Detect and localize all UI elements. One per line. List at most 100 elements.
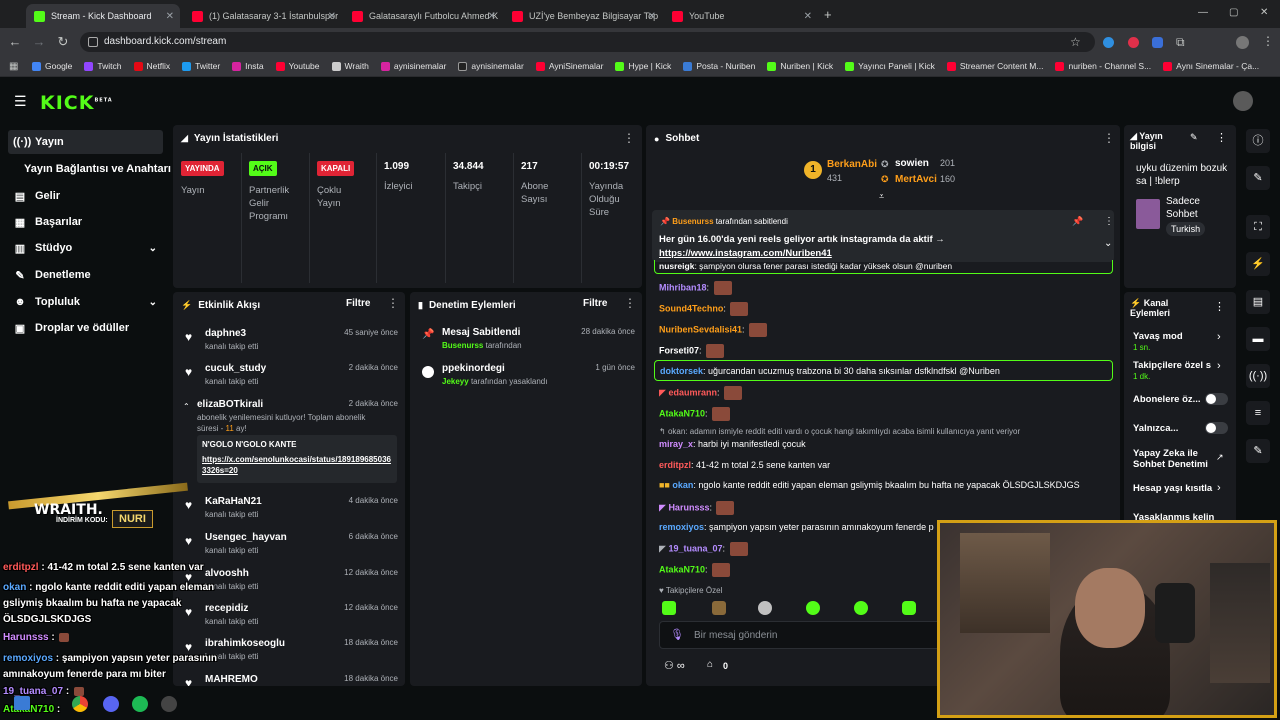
chat-username[interactable]: AtakaN710 — [659, 408, 705, 418]
panel-menu-icon[interactable]: ⋮ — [623, 131, 635, 145]
store-icon[interactable]: ⌂ — [707, 659, 713, 670]
chat-username[interactable]: Forseti07 — [659, 345, 699, 355]
apps-grid-icon[interactable]: ▦ — [9, 61, 18, 72]
minimize-icon[interactable]: — — [1198, 7, 1208, 18]
info-icon[interactable]: ⓘ — [1246, 129, 1270, 153]
filter-button[interactable]: Filtre — [346, 298, 370, 309]
spotify-icon[interactable] — [132, 696, 148, 712]
extension-icon[interactable] — [1103, 37, 1114, 48]
bookmark[interactable]: Nuriben | Kick — [767, 61, 833, 71]
chevron-right-icon[interactable]: › — [1217, 482, 1221, 494]
username[interactable]: daphne3 — [205, 328, 246, 339]
bookmark[interactable]: Netflix — [133, 61, 170, 71]
sub-message-link[interactable]: https://x.com/senolunkocasi/status/18918… — [202, 454, 392, 476]
chrome-icon[interactable] — [72, 696, 88, 712]
chat-username[interactable]: Mihriban18 — [659, 282, 707, 292]
collapse-icon[interactable]: ⌃ — [183, 402, 190, 411]
emote-icon[interactable] — [854, 601, 868, 615]
reload-icon[interactable]: ↻ — [55, 34, 71, 50]
username[interactable]: Usengec_hayvan — [205, 532, 287, 543]
chat-username[interactable]: doktorsek — [660, 366, 703, 376]
site-info-icon[interactable] — [88, 37, 98, 47]
emote-picker-icon[interactable]: ⚇ ∞ — [664, 659, 685, 672]
profile-avatar-icon[interactable] — [1236, 36, 1249, 49]
bookmark[interactable]: Aynı Sinemalar - Ça... — [1163, 61, 1259, 71]
subs-only-toggle[interactable] — [1205, 393, 1228, 405]
document-icon[interactable]: ▤ — [1246, 290, 1270, 314]
chevron-down-icon[interactable]: ⌄ — [1104, 238, 1112, 249]
sidebar-item-gelir[interactable]: ▤ Gelir — [8, 184, 163, 208]
close-icon[interactable]: ✕ — [804, 11, 812, 22]
user-avatar[interactable] — [1233, 91, 1253, 111]
chat-username[interactable]: 19_tuana_07 — [668, 543, 722, 553]
emote-icon[interactable] — [712, 601, 726, 615]
moderator-name[interactable]: Jekeyy — [442, 377, 469, 386]
hamburger-menu-icon[interactable]: ☰ — [14, 93, 27, 110]
chat-username[interactable]: AtakaN710 — [659, 564, 705, 574]
emote-icon[interactable] — [902, 601, 916, 615]
bookmark[interactable]: Twitch — [84, 61, 122, 71]
wrench-icon[interactable]: ✎ — [1246, 439, 1270, 463]
bookmark[interactable]: Streamer Content M... — [946, 61, 1043, 71]
moderator-name[interactable]: Busenurss — [442, 341, 483, 350]
file-explorer-icon[interactable] — [14, 696, 30, 710]
bookmark[interactable]: nuriben - Channel S... — [1055, 61, 1151, 71]
panel-menu-icon[interactable]: ⋮ — [1216, 131, 1227, 144]
bookmark[interactable]: aynisinemalar — [380, 61, 446, 71]
panel-menu-icon[interactable]: ⋮ — [387, 296, 399, 310]
panel-menu-icon[interactable]: ⋮ — [624, 296, 636, 310]
url-input[interactable]: dashboard.kick.com/stream — [80, 32, 1095, 52]
chat-username[interactable]: erditpzl — [659, 460, 691, 470]
bookmark[interactable]: Insta — [232, 61, 264, 71]
bookmark-star-icon[interactable]: ☆ — [1070, 35, 1081, 49]
chat-bubble-icon[interactable]: ▬ — [1246, 327, 1270, 351]
chat-username[interactable]: miray_x — [659, 439, 693, 449]
panel-menu-icon[interactable]: ⋮ — [1103, 131, 1115, 145]
kick-logo[interactable]: KICKBETA — [40, 92, 113, 114]
emote-icon[interactable] — [806, 601, 820, 615]
emote-icon[interactable] — [758, 601, 772, 615]
username[interactable]: elizaBOTkirali — [197, 399, 263, 410]
chat-username[interactable]: Harunsss — [668, 502, 709, 512]
sidebar-item-denetleme[interactable]: ✎ Denetleme — [8, 263, 163, 287]
menu-kebab-icon[interactable]: ⋮ — [1262, 34, 1274, 48]
tab-galatasaray[interactable]: (1) Galatasaray 3-1 İstanbulspor ✕ — [184, 4, 342, 28]
bookmark[interactable]: Yayıncı Paneli | Kick — [845, 61, 935, 71]
lightning-icon[interactable]: ⚡ — [1246, 252, 1270, 276]
chevron-right-icon[interactable]: › — [1217, 360, 1221, 372]
sidebar-item-stream-key[interactable]: Yayın Bağlantısı ve Anahtarı — [24, 157, 179, 181]
bookmark[interactable]: Hype | Kick — [615, 61, 671, 71]
close-icon[interactable]: ✕ — [488, 11, 496, 22]
username[interactable]: ibrahimkoseoglu — [205, 638, 285, 649]
window-close-icon[interactable]: ✕ — [1260, 7, 1268, 18]
sidebar-item-droplar[interactable]: ▣ Droplar ve ödüller — [8, 316, 163, 340]
extension-icon[interactable] — [1128, 37, 1139, 48]
top-gifter-name[interactable]: sowien — [895, 158, 929, 169]
bookmark[interactable]: Youtube — [275, 61, 320, 71]
tab-youtube[interactable]: YouTube ✕ — [664, 4, 818, 28]
chat-username[interactable]: nusreigk — [659, 261, 694, 271]
close-icon[interactable]: ✕ — [648, 11, 656, 22]
scroll-down-icon[interactable]: ⩡ — [879, 191, 884, 202]
sidebar-item-topluluk[interactable]: ☻ Topluluk ⌄ — [8, 290, 163, 314]
chat-username[interactable]: remoxiyos — [659, 522, 704, 532]
chat-username[interactable]: Sound4Techno — [659, 303, 723, 313]
top-gifter-name[interactable]: BerkanAbi — [827, 159, 877, 170]
obs-icon[interactable] — [161, 696, 177, 712]
close-icon[interactable]: ✕ — [166, 11, 174, 22]
fullscreen-icon[interactable]: ⛶ — [1246, 215, 1270, 239]
bookmark[interactable]: Posta - Nuriben — [683, 61, 755, 71]
back-icon[interactable]: ← — [7, 34, 23, 50]
chat-username[interactable]: NuribenSevdalisi41 — [659, 324, 742, 334]
chat-username[interactable]: okan — [672, 480, 693, 490]
broadcast-icon[interactable]: ((·)) — [1246, 364, 1270, 388]
layers-icon[interactable]: ≡ — [1246, 401, 1270, 425]
bookmark[interactable]: AyniSinemalar — [535, 61, 603, 71]
tab-uzi[interactable]: UZİ'ye Bembeyaz Bilgisayar Top ✕ — [504, 4, 662, 28]
extension-icon[interactable] — [1152, 37, 1163, 48]
external-link-icon[interactable]: ↗ — [1216, 452, 1224, 463]
bookmark[interactable]: aynisinemalar — [458, 61, 524, 71]
top-gifter-name[interactable]: MertAvci — [895, 174, 937, 185]
sidebar-item-yayin[interactable]: ((·)) Yayın — [8, 130, 163, 154]
tab-kick-dashboard[interactable]: Stream - Kick Dashboard ✕ — [26, 4, 180, 28]
